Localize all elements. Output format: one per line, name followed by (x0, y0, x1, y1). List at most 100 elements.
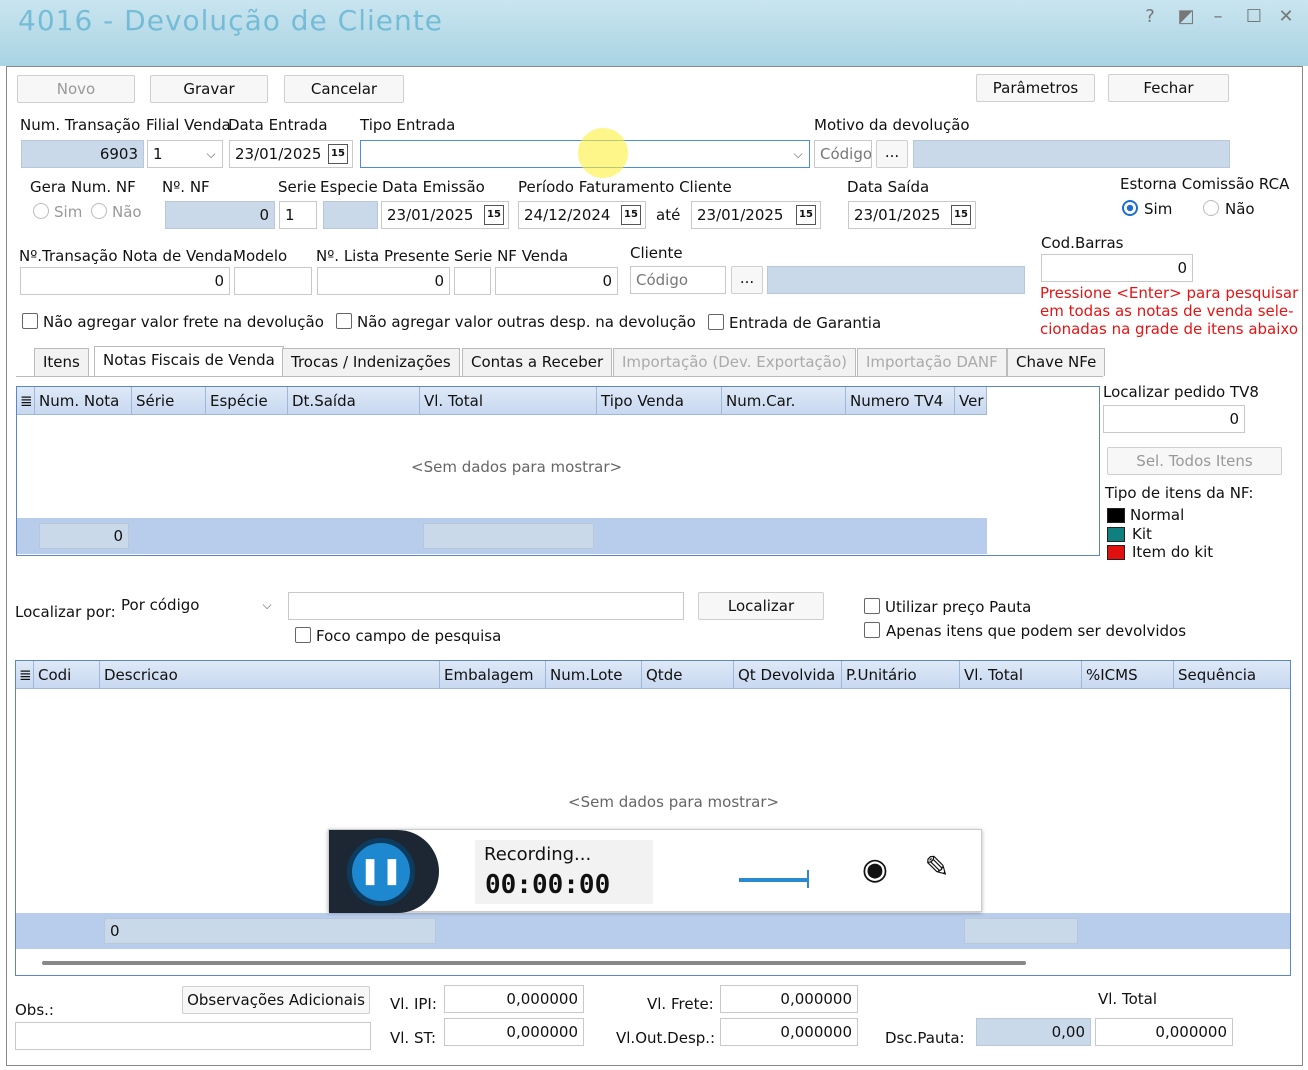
especie-label: Especie (320, 178, 378, 196)
gravar-button[interactable]: Gravar (150, 75, 268, 103)
col-dt-saida[interactable]: Dt.Saída (288, 387, 420, 415)
col-num-car[interactable]: Num.Car. (722, 387, 846, 415)
col-ver[interactable]: Ver (955, 387, 987, 415)
col-num-nota[interactable]: Num. Nota (35, 387, 132, 415)
calendar-icon[interactable]: 15 (328, 144, 348, 164)
col-tipo-venda[interactable]: Tipo Venda (597, 387, 722, 415)
parametros-button[interactable]: Parâmetros (976, 74, 1095, 102)
tab-importacao-dev[interactable]: Importação (Dev. Exportação) (613, 348, 856, 376)
gera-nao-radio[interactable] (91, 203, 107, 219)
apenas-checkbox[interactable] (864, 622, 880, 638)
minimize-icon[interactable]: – (1204, 6, 1232, 27)
ipi-field[interactable]: 0,000000 (444, 985, 584, 1013)
st-field[interactable]: 0,000000 (444, 1018, 584, 1046)
cod-barras-field[interactable]: 0 (1041, 254, 1193, 282)
column-chooser-icon[interactable]: ≣ (16, 661, 34, 689)
localizar-tv8-field[interactable]: 0 (1103, 405, 1245, 433)
col-qt-devolvida[interactable]: Qt Devolvida (734, 661, 842, 689)
tab-chave-nfe[interactable]: Chave NFe (1007, 348, 1106, 376)
col-numero-tv4[interactable]: Numero TV4 (846, 387, 955, 415)
col-qtde[interactable]: Qtde (642, 661, 734, 689)
col-vl-total[interactable]: Vl. Total (960, 661, 1082, 689)
estorna-nao-radio[interactable] (1203, 200, 1219, 216)
serie-field[interactable]: 1 (279, 201, 317, 229)
outdesp-field[interactable]: 0,000000 (720, 1018, 858, 1046)
preco-pauta-checkbox[interactable] (864, 598, 880, 614)
col-num-lote[interactable]: Num.Lote (546, 661, 642, 689)
column-chooser-icon[interactable]: ≣ (17, 387, 35, 415)
col-codi[interactable]: Codi (34, 661, 100, 689)
calendar-icon[interactable]: 15 (484, 205, 504, 225)
tab-notas-fiscais[interactable]: Notas Fiscais de Venda (94, 346, 284, 376)
col-p-unitario[interactable]: P.Unitário (842, 661, 960, 689)
tab-itens[interactable]: Itens (34, 348, 89, 376)
localizar-button[interactable]: Localizar (698, 592, 824, 620)
sel-todos-button[interactable]: Sel. Todos Itens (1107, 447, 1282, 475)
transacao-nv-field[interactable]: 0 (20, 267, 230, 295)
tab-contas-receber[interactable]: Contas a Receber (462, 348, 613, 376)
search-input[interactable] (288, 592, 684, 620)
col-sequencia[interactable]: Sequência (1174, 661, 1290, 689)
lista-field[interactable]: 0 (317, 267, 450, 295)
maximize-icon[interactable]: ☐ (1240, 6, 1268, 27)
filial-select[interactable]: 1 ⌵ (147, 140, 223, 168)
num-transacao-field: 6903 (21, 140, 144, 168)
obs-label: Obs.: (15, 1001, 54, 1019)
calendar-icon[interactable]: 15 (951, 205, 971, 225)
fechar-button[interactable]: Fechar (1108, 74, 1229, 102)
restore-icon[interactable]: ◩ (1172, 6, 1200, 27)
localizar-por-select[interactable]: Por código ⌵ (116, 592, 278, 620)
webcam-icon[interactable]: ◉ (859, 852, 891, 888)
col-embalagem[interactable]: Embalagem (440, 661, 546, 689)
volume-handle[interactable] (807, 870, 809, 888)
obs-field[interactable] (15, 1022, 371, 1050)
horizontal-scrollbar[interactable] (42, 961, 1026, 965)
novo-button[interactable]: Novo (17, 75, 135, 103)
data-emissao-label: Data Emissão (382, 178, 485, 196)
motivo-search-button[interactable]: ... (876, 140, 908, 168)
obs-adicionais-button[interactable]: Observações Adicionais (182, 986, 370, 1014)
col-serie[interactable]: Série (132, 387, 206, 415)
frete-field[interactable]: 0,000000 (720, 985, 858, 1013)
gera-num-label: Gera Num. NF (30, 178, 136, 196)
outras-checkbox[interactable] (336, 313, 352, 329)
pencil-icon[interactable]: ✎ (919, 850, 955, 886)
motivo-codigo-field[interactable]: Código (814, 140, 872, 168)
cliente-search-button[interactable]: ... (731, 266, 763, 294)
calendar-icon[interactable]: 15 (796, 205, 816, 225)
filial-value: 1 (153, 145, 163, 163)
hint-line: em todas as notas de venda sele- (1040, 302, 1294, 320)
dsc-pauta-label: Dsc.Pauta: (885, 1029, 965, 1047)
col-vl-total[interactable]: Vl. Total (420, 387, 597, 415)
help-icon[interactable]: ? (1136, 6, 1164, 27)
gera-sim-radio[interactable] (33, 203, 49, 219)
periodo-ate-value: 23/01/2025 (697, 206, 784, 224)
modelo-field[interactable] (234, 267, 312, 295)
nf-venda-field[interactable]: 0 (495, 267, 618, 295)
itens-grid[interactable]: ≣ Codi Descricao Embalagem Num.Lote Qtde… (15, 660, 1291, 976)
garantia-checkbox[interactable] (708, 314, 724, 330)
data-entrada-field[interactable]: 23/01/2025 15 (229, 140, 353, 168)
serie-nf-label: Serie NF Venda (454, 247, 569, 265)
serie-nf-field[interactable] (454, 267, 491, 295)
data-emissao-field[interactable]: 23/01/2025 15 (381, 201, 509, 229)
frete-checkbox[interactable] (22, 313, 38, 329)
col-descricao[interactable]: Descricao (100, 661, 440, 689)
st-label: Vl. ST: (390, 1029, 437, 1047)
cliente-codigo-field[interactable]: Código (630, 266, 726, 294)
tab-trocas[interactable]: Trocas / Indenizações (282, 348, 460, 376)
cancelar-button[interactable]: Cancelar (284, 75, 404, 103)
volume-slider[interactable] (739, 878, 809, 882)
calendar-icon[interactable]: 15 (621, 205, 641, 225)
pause-icon[interactable]: ❚❚ (347, 838, 415, 906)
periodo-ate-field[interactable]: 23/01/2025 15 (691, 201, 821, 229)
periodo-de-field[interactable]: 24/12/2024 15 (518, 201, 646, 229)
col-icms[interactable]: %ICMS (1082, 661, 1174, 689)
col-especie[interactable]: Espécie (206, 387, 288, 415)
tab-importacao-danf[interactable]: Importação DANF (857, 348, 1007, 376)
data-saida-field[interactable]: 23/01/2025 15 (848, 201, 976, 229)
estorna-sim-radio[interactable] (1122, 200, 1138, 216)
close-icon[interactable]: ✕ (1272, 6, 1300, 27)
foco-checkbox[interactable] (295, 627, 311, 643)
notas-grid[interactable]: ≣ Num. Nota Série Espécie Dt.Saída Vl. T… (16, 386, 1100, 556)
